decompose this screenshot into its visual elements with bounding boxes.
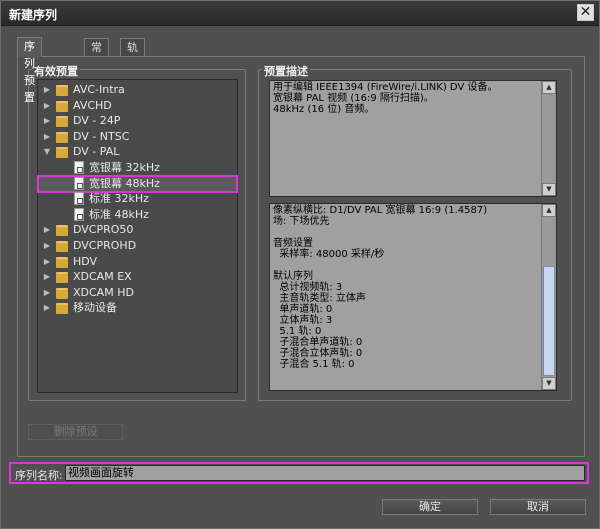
expand-right-icon[interactable]: ▶ [42, 269, 52, 285]
preset-file-icon [74, 207, 84, 221]
preset-tree[interactable]: ▶ AVC-Intra ▶ AVCHD ▶ DV - 24P ▶ DV - NTSC ▼ DV -… [37, 79, 238, 393]
tree-folder-item[interactable]: ▶ AVCHD [38, 98, 237, 114]
scroll-down-icon[interactable]: ▼ [542, 377, 556, 390]
description-summary-box[interactable]: 用于编辑 IEEE1394 (FireWire/i.LINK) DV 设备。 宽… [269, 80, 557, 197]
tree-item-label: XDCAM HD [73, 285, 134, 299]
folder-icon [56, 131, 68, 143]
tree-item-label: DV - 24P [73, 114, 121, 128]
expand-right-icon[interactable]: ▶ [42, 300, 52, 316]
tree-preset-item[interactable]: 宽银幕 48kHz [37, 174, 238, 193]
expand-right-icon[interactable]: ▶ [42, 129, 52, 145]
tree-item-label: 标准 32kHz [89, 192, 149, 206]
tree-folder-item[interactable]: ▶ 移动设备 [38, 300, 237, 316]
description-summary-text: 用于编辑 IEEE1394 (FireWire/i.LINK) DV 设备。 宽… [273, 82, 498, 115]
preset-description-heading: 预置描述 [262, 63, 310, 79]
dialog-title: 新建序列 [9, 8, 58, 22]
expand-right-icon[interactable]: ▶ [42, 238, 52, 254]
scroll-thumb[interactable] [543, 266, 555, 376]
delete-preset-button[interactable]: 删除预设 [28, 424, 123, 440]
tab-tracks[interactable]: 轨道 [120, 38, 145, 71]
tree-item-label: DVCPRO50 [73, 223, 134, 237]
tree-item-label: 移动设备 [73, 301, 117, 315]
folder-icon [56, 303, 68, 315]
tab-sequence-presets[interactable]: 序列预置 [17, 37, 42, 104]
description-details-text: 像素纵横比: D1/DV PAL 宽银幕 16:9 (1.4587) 场: 下场… [273, 205, 488, 370]
sequence-name-row: 序列名称: 视频画面旋转 [9, 462, 589, 484]
tree-item-label: DVCPROHD [73, 239, 137, 252]
tree-item-label: DV - PAL [73, 145, 120, 159]
tree-item-label: DV - NTSC [73, 129, 130, 143]
tree-folder-item[interactable]: ▶ AVC-Intra [38, 82, 237, 98]
tree-folder-item[interactable]: ▶ XDCAM EX [38, 269, 237, 285]
tree-folder-item[interactable]: ▶ DV - NTSC [38, 129, 237, 145]
tree-item-label: 标准 48kHz [89, 207, 149, 221]
folder-icon [56, 100, 68, 112]
tree-item-label: 宽银幕 32kHz [89, 161, 160, 174]
tree-folder-item[interactable]: ▶ XDCAM HD [38, 285, 237, 301]
expand-right-icon[interactable]: ▶ [42, 98, 52, 114]
folder-icon [56, 225, 68, 237]
preset-file-icon [74, 192, 84, 206]
ok-button[interactable]: 确定 [382, 499, 478, 515]
folder-icon [56, 287, 68, 299]
close-button[interactable]: ✕ [577, 4, 594, 21]
scroll-up-icon[interactable]: ▲ [542, 81, 556, 94]
tree-folder-item[interactable]: ▶ DV - 24P [38, 113, 237, 129]
scroll-up-icon[interactable]: ▲ [542, 204, 556, 217]
tree-folder-item[interactable]: ▼ DV - PAL [38, 144, 237, 160]
expand-down-icon[interactable]: ▼ [42, 144, 52, 160]
expand-right-icon[interactable]: ▶ [42, 222, 52, 238]
cancel-button[interactable]: 取消 [490, 499, 586, 515]
tab-general[interactable]: 常规 [84, 38, 109, 71]
tree-folder-item[interactable]: ▶ DVCPRO50 [38, 222, 237, 238]
tree-preset-item[interactable]: 标准 48kHz [38, 207, 237, 223]
sequence-name-input[interactable]: 视频画面旋转 [65, 465, 585, 481]
title-bar: 新建序列 ✕ [1, 1, 599, 26]
tree-item-label: XDCAM EX [73, 270, 132, 284]
folder-icon [56, 116, 68, 128]
new-sequence-dialog: 新建序列 ✕ 序列预置 常规 轨道 有效预置 预置描述 ▶ AVC-Intra ▶ A… [0, 0, 600, 529]
expand-right-icon[interactable]: ▶ [42, 254, 52, 270]
scroll-down-icon[interactable]: ▼ [542, 183, 556, 196]
tree-item-label: HDV [73, 254, 98, 268]
tree-item-label: AVC-Intra [73, 83, 125, 96]
description-details-box[interactable]: 像素纵横比: D1/DV PAL 宽银幕 16:9 (1.4587) 场: 下场… [269, 203, 557, 391]
tree-preset-item[interactable]: 宽银幕 32kHz [38, 160, 237, 176]
sequence-name-label: 序列名称: [15, 469, 63, 482]
expand-right-icon[interactable]: ▶ [42, 285, 52, 301]
folder-icon [56, 272, 68, 284]
tree-folder-item[interactable]: ▶ HDV [38, 254, 237, 270]
tree-preset-item[interactable]: 标准 32kHz [38, 191, 237, 207]
close-icon: ✕ [579, 4, 592, 20]
available-presets-heading: 有效预置 [32, 63, 80, 79]
expand-right-icon[interactable]: ▶ [42, 113, 52, 129]
folder-icon [56, 147, 68, 159]
folder-icon [56, 241, 68, 252]
summary-scrollbar[interactable]: ▲ ▼ [541, 81, 556, 196]
tree-folder-item[interactable]: ▶ DVCPROHD [38, 238, 237, 254]
tree-item-label: AVCHD [73, 98, 112, 112]
expand-right-icon[interactable]: ▶ [42, 82, 52, 98]
folder-icon [56, 256, 68, 268]
preset-file-icon [74, 176, 84, 190]
folder-icon [56, 85, 68, 96]
tree-item-label: 宽银幕 48kHz [89, 176, 160, 190]
preset-file-icon [74, 161, 84, 174]
details-scrollbar[interactable]: ▲ ▼ [541, 204, 556, 390]
